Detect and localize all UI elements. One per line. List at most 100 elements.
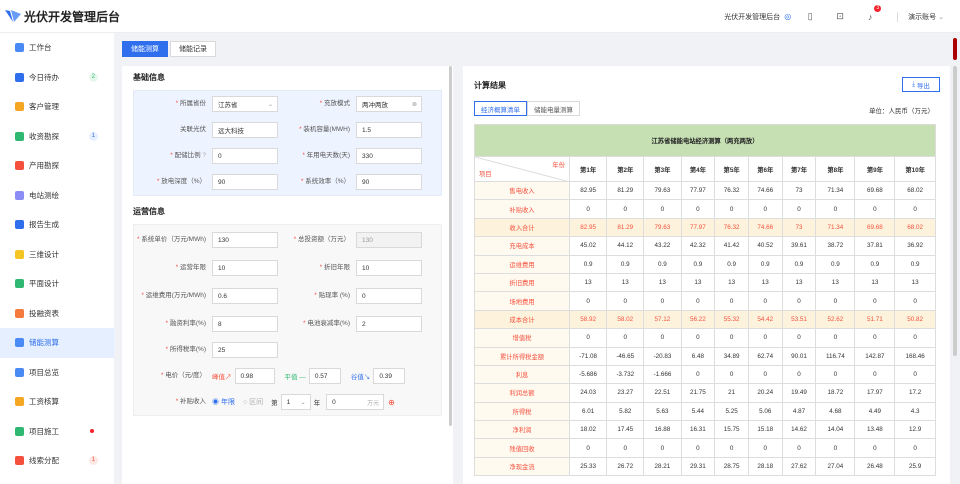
system-link[interactable]: 光伏开发管理后台 <box>724 12 780 22</box>
table-cell: 22.51 <box>643 383 682 403</box>
table-cell: 23.27 <box>606 383 645 403</box>
sidebar-item-11[interactable]: 项目总览 <box>0 358 114 388</box>
peak-input[interactable]: 0.98 <box>234 368 275 384</box>
tab-storage-record[interactable]: 储能记录 <box>170 41 216 57</box>
sidebar-item-7[interactable]: 三维设计 <box>0 240 114 270</box>
dod-input[interactable]: 90 <box>212 174 278 190</box>
sidebar-item-14[interactable]: 线索分配 1 <box>0 446 114 476</box>
download-icon[interactable]: ⊡ <box>829 10 851 24</box>
table-cell: 0 <box>854 364 896 385</box>
table-cell: 0 <box>781 328 817 348</box>
table-cell: 0 <box>854 328 896 348</box>
right-scrollbar[interactable] <box>953 66 957 356</box>
sidebar-item-label: 项目施工 <box>29 426 59 436</box>
table-cell: 51.71 <box>854 309 896 330</box>
table-cell: 0.9 <box>714 254 749 274</box>
row-label: 净利润 <box>474 420 570 440</box>
radio-years[interactable]: ◉ 年限 <box>212 397 235 407</box>
row-label: 售电收入 <box>474 180 570 201</box>
sidebar-item-8[interactable]: 平面设计 <box>0 269 114 299</box>
discount-input[interactable]: 0 <box>356 288 422 304</box>
table-cell: 0 <box>714 291 749 311</box>
table-cell: 0 <box>894 364 936 385</box>
year-header: 第10年 <box>894 156 936 182</box>
sidebar-item-13[interactable]: 项目施工 <box>0 417 114 447</box>
years-input[interactable]: 10 <box>212 260 278 276</box>
sidebar-item-1[interactable]: 今日待办 2 <box>0 63 114 93</box>
table-cell: 18.02 <box>568 420 608 440</box>
clear-icon[interactable]: ⊗ <box>412 101 417 108</box>
user-menu[interactable]: 演示账号 ⌄ <box>897 11 944 22</box>
capacity-label: 装机容量(MWH) <box>303 126 350 133</box>
table-cell: 0 <box>815 291 856 311</box>
table-cell: 43.22 <box>643 236 682 256</box>
sidebar-item-label: 线索分配 <box>29 456 59 466</box>
year-header: 第2年 <box>606 156 645 182</box>
table-cell: 50.82 <box>894 309 936 330</box>
sidebar-item-6[interactable]: 报告生成 <box>0 210 114 240</box>
sidebar-item-12[interactable]: 工资核算 <box>0 387 114 417</box>
subsidy-year-select[interactable]: 1 ⌄ <box>280 394 311 410</box>
sidebar-item-5[interactable]: 电站测绘 <box>0 181 114 211</box>
add-icon[interactable]: ⊕ <box>388 398 395 407</box>
unit-price-input[interactable]: 130 <box>212 232 278 248</box>
table-cell: 0.9 <box>643 254 682 274</box>
table-row: 净现金流 25.33 26.72 28.21 29.31 28.75 28.18 27.62 2… <box>474 456 936 477</box>
sidebar-item-0[interactable]: 工作台 <box>0 33 114 63</box>
phone-icon[interactable]: ▯ <box>799 10 821 24</box>
table-cell: 13 <box>815 272 856 293</box>
efficiency-input[interactable]: 90 <box>356 174 422 190</box>
table-cell: 28.21 <box>643 456 682 477</box>
row-label: 补贴收入 <box>474 199 570 219</box>
sidebar-item-3[interactable]: 收资勘探 1 <box>0 122 114 152</box>
tab-economic[interactable]: 经济概算清单 <box>474 101 527 116</box>
table-cell: 77.97 <box>680 217 716 238</box>
valley-input[interactable]: 0.39 <box>373 368 406 384</box>
tab-storage-calc[interactable]: 储能测算 <box>122 41 168 57</box>
year-header: 第3年 <box>643 156 682 182</box>
menu-icon <box>15 102 24 112</box>
export-button[interactable]: ⤓ 导出 <box>902 77 940 92</box>
table-row: 充电成本 45.02 44.12 43.22 42.32 41.42 40.52 39.61 3… <box>474 236 936 256</box>
flat-input[interactable]: 0.57 <box>308 368 341 384</box>
table-cell: 0 <box>568 328 608 348</box>
discount-label: 贴现率 (%) <box>318 292 350 299</box>
tax-input[interactable]: 25 <box>212 342 278 358</box>
finance-label: 融资利率(%) <box>169 320 206 327</box>
help-icon[interactable]: ? <box>202 152 206 159</box>
opex-input[interactable]: 0.6 <box>212 288 278 304</box>
sidebar-item-4[interactable]: 产用勘探 <box>0 151 114 181</box>
mode-select[interactable]: 两冲两放 ⊗ <box>356 96 422 112</box>
province-select[interactable]: 江苏省 ⌄ <box>212 96 278 112</box>
table-cell: 13 <box>894 272 936 293</box>
depreciation-input[interactable]: 10 <box>356 260 422 276</box>
table-cell: 36.92 <box>894 236 936 256</box>
left-scrollbar[interactable] <box>449 66 452 426</box>
radio-range[interactable]: ○ 区间 <box>243 397 263 407</box>
capacity-input[interactable]: 1.5 <box>356 122 422 138</box>
unit-label: 单位：人民币（万元） <box>869 108 934 115</box>
corner-cell: 年份 项目 <box>474 156 570 182</box>
decay-input[interactable]: 2 <box>356 316 422 332</box>
sidebar-item-10[interactable]: 储能测算 <box>0 328 114 358</box>
finance-input[interactable]: 8 <box>212 316 278 332</box>
mode-label: 充放模式 <box>324 100 350 107</box>
year-header: 第6年 <box>747 156 783 182</box>
sidebar-item-9[interactable]: 投融资表 <box>0 299 114 329</box>
flat-label: 平值 — <box>284 374 306 381</box>
subsidy-value-input[interactable]: 0 万元 <box>326 394 385 410</box>
link-input[interactable]: 远大科技 <box>212 122 278 138</box>
basic-info-form: * 所属省份 江苏省 ⌄ * 充放模式 两冲两放 ⊗ 关联光伏 远大科技 * 装机容… <box>133 90 442 196</box>
tab-energy[interactable]: 储能电量测算 <box>527 101 580 116</box>
page-scroll-thumb[interactable] <box>953 38 957 60</box>
table-cell: -1.666 <box>643 364 682 385</box>
table-cell: 0.9 <box>781 254 817 274</box>
bell-icon[interactable]: ♪ 3 <box>859 4 882 24</box>
table-cell: 55.32 <box>714 309 749 330</box>
days-input[interactable]: 330 <box>356 148 422 164</box>
verified-icon: ◎ <box>784 12 792 21</box>
ratio-input[interactable]: 0 <box>212 148 278 164</box>
sidebar-item-2[interactable]: 客户管理 <box>0 92 114 122</box>
year-header: 第8年 <box>815 156 856 182</box>
table-cell: 74.66 <box>747 180 783 201</box>
